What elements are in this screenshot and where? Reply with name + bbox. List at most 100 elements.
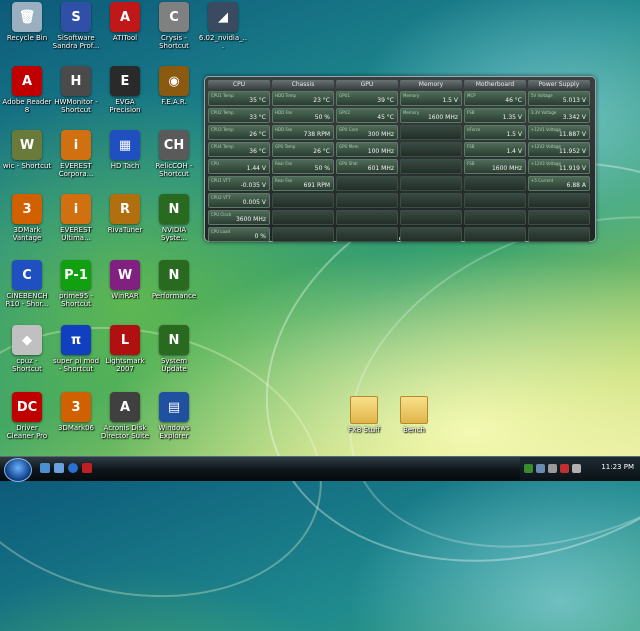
- sensor-cell: [400, 193, 462, 208]
- sensor-cell: GPU Mem 100 MHz: [336, 142, 398, 157]
- desktop-icon-label: NVIDIA Syste...: [161, 226, 187, 242]
- hardware-monitor-gadget[interactable]: CPU CPU1 Temp 35 °C CPU2 Temp 33 °C CPU3 Temp…: [204, 76, 596, 242]
- desktop-icon-winrar[interactable]: W WinRAR: [100, 260, 150, 300]
- sensor-cell: 3.3V Voltage 3.342 V: [528, 108, 590, 123]
- hdtach-icon: ▦: [110, 130, 140, 160]
- sysupdate-icon: N: [159, 325, 189, 355]
- desktop-icon-fear[interactable]: ◉ F.E.A.R.: [149, 66, 199, 106]
- desktop-icon-3dmark06[interactable]: 3 3DMark06: [51, 392, 101, 432]
- show-desktop-icon[interactable]: [40, 463, 50, 473]
- sensor-tray-icon[interactable]: [548, 464, 557, 473]
- sensor-value: 1.35 V: [502, 114, 522, 121]
- sensor-value: 26 °C: [313, 148, 330, 155]
- folder-fx8-stuff[interactable]: FX8 Stuff: [342, 396, 386, 434]
- sensor-cell: GPU Shdr 601 MHz: [336, 159, 398, 174]
- folder-bench[interactable]: Bench: [392, 396, 436, 434]
- sensor-value: 1.4 V: [506, 148, 522, 155]
- sensor-value: 1.5 V: [442, 97, 458, 104]
- sensor-value: 0 %: [254, 233, 266, 240]
- desktop-icon-atitool[interactable]: A ATITool: [100, 2, 150, 42]
- desktop-icon-everest1[interactable]: i EVEREST Corpora...: [51, 130, 101, 178]
- sensor-label: CPU1 Temp: [211, 93, 234, 98]
- network-tray-icon[interactable]: [536, 464, 545, 473]
- sensor-label: CPU2 Temp: [211, 110, 234, 115]
- fear-icon: ◉: [159, 66, 189, 96]
- desktop-icon-sysupdate[interactable]: N System Update: [149, 325, 199, 373]
- desktop-icon-label: System Update: [160, 357, 188, 373]
- sensor-cell: +12V3 Voltage 11.919 V: [528, 159, 590, 174]
- desktop-icon-reliccoh[interactable]: CH RelicCOH - Shortcut: [149, 130, 199, 178]
- sensor-cell: [400, 125, 462, 140]
- sensor-label: CPU3 Temp: [211, 127, 234, 132]
- gadget-column-header: Chassis: [272, 80, 334, 89]
- performance-icon: N: [159, 260, 189, 290]
- sensor-value: 45 °C: [377, 114, 394, 121]
- desktop-icon-nvidia[interactable]: ◢ 6.02_nvidia_...: [198, 2, 248, 50]
- nvidia-tray-icon[interactable]: [524, 464, 533, 473]
- sensor-value: 6.88 A: [566, 182, 586, 189]
- sensor-cell: [336, 176, 398, 191]
- desktop-icon-hwmon[interactable]: H HWMonitor - Shortcut: [51, 66, 101, 114]
- desktop-icon-everest2[interactable]: i EVEREST Ultima...: [51, 194, 101, 242]
- desktop-icon-3dmark[interactable]: 3 3DMark Vantage: [2, 194, 52, 242]
- desktop-icon-label: F.E.A.R.: [161, 98, 187, 106]
- sensor-value: 39 °C: [377, 97, 394, 104]
- sensor-label: FSB: [467, 161, 475, 166]
- sensor-label: CPU1 VTT: [211, 178, 231, 183]
- sensor-cell: CPU Load 0 %: [208, 227, 270, 242]
- desktop-icon-performance[interactable]: N Performance: [149, 260, 199, 300]
- sensor-cell: FSB 1.4 V: [464, 142, 526, 157]
- sensor-cell: +5 Current 6.88 A: [528, 176, 590, 191]
- desktop-icon-sisoft[interactable]: S SiSoftware Sandra Prof...: [51, 2, 101, 50]
- desktop-icon-label: 3DMark Vantage: [12, 226, 42, 242]
- folder-label: Bench: [403, 426, 425, 434]
- gadget-column-chassis: Chassis HDD Temp 23 °C HDD Fan 50 % HDD Fan 73…: [272, 80, 334, 244]
- sensor-label: Rear Fan: [275, 161, 293, 166]
- internet-explorer-icon[interactable]: [68, 463, 78, 473]
- desktop-icon-evga[interactable]: E EVGA Precision: [100, 66, 150, 114]
- desktop-icon-label: prime95 - Shortcut: [58, 292, 94, 308]
- sensor-value: 601 MHz: [367, 165, 394, 172]
- driver-cleaner-quick-icon[interactable]: [82, 463, 92, 473]
- desktop-icon-label: Acronis Disk Director Suite: [100, 424, 150, 440]
- app-tray-icon[interactable]: [572, 464, 581, 473]
- switch-windows-icon[interactable]: [54, 463, 64, 473]
- desktop-icon-adobe[interactable]: A Adobe Reader 8: [2, 66, 52, 114]
- desktop-icon-acronis[interactable]: A Acronis Disk Director Suite: [100, 392, 150, 440]
- desktop-icon-recycle[interactable]: 🗑 Recycle Bin: [2, 2, 52, 42]
- desktop-icon-label: EVEREST Corpora...: [58, 162, 94, 178]
- speaker-tray-icon[interactable]: [560, 464, 569, 473]
- taskbar: 11:23 PM: [0, 456, 640, 482]
- everest2-icon: i: [61, 194, 91, 224]
- nvidia-icon: ◢: [208, 2, 238, 32]
- desktop-icon-hdtach[interactable]: ▦ HD Tach: [100, 130, 150, 170]
- sensor-value: 11.887 V: [558, 131, 586, 138]
- sensor-value: 1.5 V: [506, 131, 522, 138]
- desktop-icon-drivercleaner[interactable]: DC Driver Cleaner Pro: [2, 392, 52, 440]
- desktop-icon-rivatuner[interactable]: R RivaTuner: [100, 194, 150, 234]
- prime95-icon: P-1: [61, 260, 91, 290]
- desktop-icon-winexplorer[interactable]: ▤ Windows Explorer: [149, 392, 199, 440]
- sensor-cell: Memory 1600 MHz: [400, 108, 462, 123]
- sensor-label: 5V Voltage: [531, 93, 553, 98]
- sensor-label: CPU2 VTT: [211, 195, 231, 200]
- sensor-value: 3600 MHz: [235, 216, 266, 223]
- folder-icon: [350, 396, 378, 424]
- system-tray: 11:23 PM: [520, 457, 640, 481]
- desktop-icon-label: Driver Cleaner Pro: [6, 424, 48, 440]
- desktop-icon-cinebench[interactable]: C CINEBENCH R10 - Shor...: [2, 260, 52, 308]
- desktop-icon-nvsys[interactable]: N NVIDIA Syste...: [149, 194, 199, 242]
- desktop-icon-crysis[interactable]: C Crysis - Shortcut: [149, 2, 199, 50]
- desktop-icon-cpuz[interactable]: ◆ cpuz - Shortcut: [2, 325, 52, 373]
- desktop-icon-lightsmark[interactable]: L Lightsmark 2007: [100, 325, 150, 373]
- sensor-cell: CPU2 VTT 0.005 V: [208, 193, 270, 208]
- sensor-label: nForce: [467, 127, 481, 132]
- gadget-column-header: GPU: [336, 80, 398, 89]
- sensor-cell: [464, 176, 526, 191]
- desktop-icon-wic[interactable]: Wwic - Shortcut: [2, 130, 52, 170]
- start-button[interactable]: [4, 458, 32, 482]
- sensor-label: HDD Temp: [275, 93, 297, 98]
- taskbar-clock[interactable]: 11:23 PM: [601, 463, 634, 471]
- desktop-icon-prime95[interactable]: P-1 prime95 - Shortcut: [51, 260, 101, 308]
- desktop-icon-superpi[interactable]: π super pi mod - Shortcut: [51, 325, 101, 373]
